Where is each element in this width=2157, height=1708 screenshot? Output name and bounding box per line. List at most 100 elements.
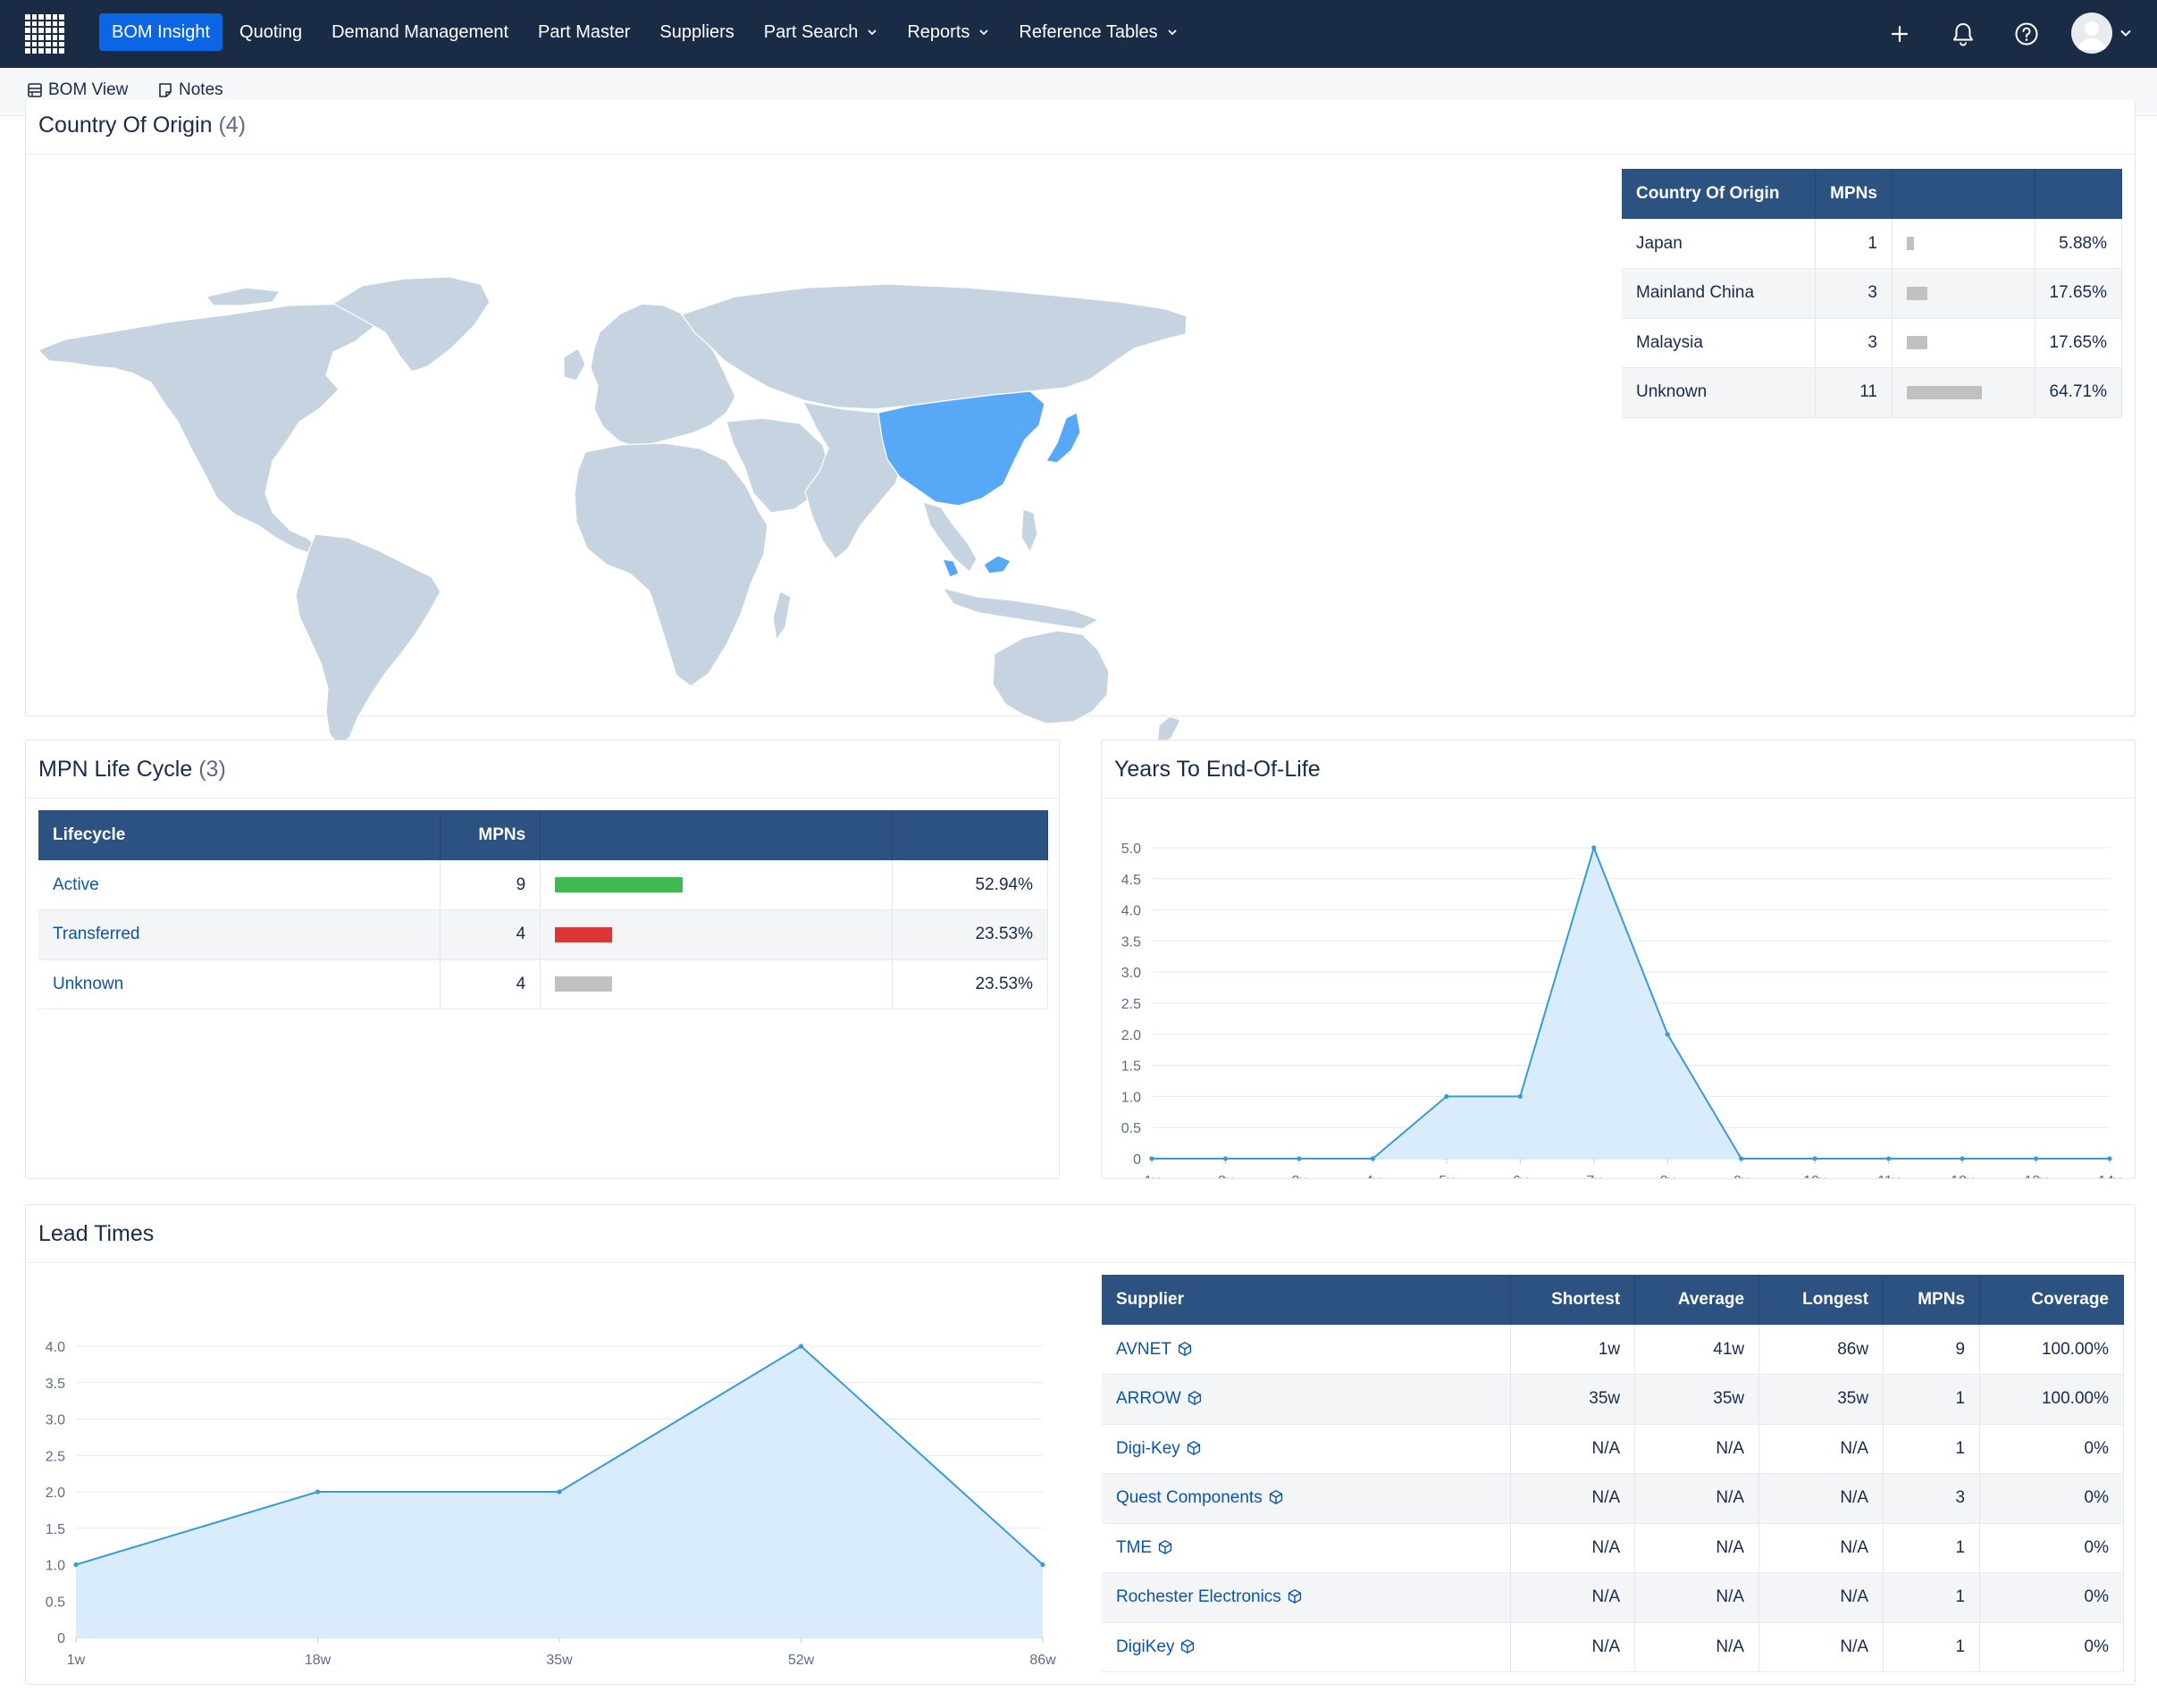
supplier-link-arrow[interactable]: ARROW <box>1102 1374 1512 1425</box>
supplier-link-digi-key[interactable]: Digi-Key <box>1102 1424 1512 1474</box>
column-header-country-of-origin[interactable]: Country Of Origin <box>1622 169 1817 219</box>
plus-icon[interactable] <box>1884 18 1916 50</box>
data-point[interactable] <box>2107 1156 2112 1161</box>
supplier-link-quest-components[interactable]: Quest Components <box>1102 1473 1512 1524</box>
data-point[interactable] <box>1517 1093 1523 1099</box>
table-row[interactable]: DigiKey N/A N/A N/A 1 0% <box>1102 1622 2124 1672</box>
table-row[interactable]: ARROW 35w 35w 35w 1 100.00% <box>1102 1374 2124 1425</box>
column-header-mpns[interactable]: MPNs <box>1883 1275 1981 1325</box>
lifecycle-link-unknown[interactable]: Unknown <box>38 959 441 1009</box>
table-row[interactable]: Rochester Electronics N/A N/A N/A 1 0% <box>1102 1572 2124 1623</box>
malaysia-borneo-region[interactable] <box>983 555 1011 574</box>
data-point[interactable] <box>1370 1156 1375 1161</box>
lifecycle-link-active[interactable]: Active <box>38 860 441 910</box>
nav-item-demand-management[interactable]: Demand Management <box>319 13 521 51</box>
notes-button[interactable]: Notes <box>157 80 223 100</box>
column-header-col-3[interactable] <box>2035 169 2123 219</box>
data-point[interactable] <box>1960 1156 1965 1161</box>
indonesia[interactable] <box>942 587 1099 630</box>
cube-icon[interactable] <box>1287 1588 1303 1604</box>
data-point[interactable] <box>1591 845 1597 850</box>
supplier-link-tme[interactable]: TME <box>1102 1523 1512 1573</box>
malaysia-peninsula-region[interactable] <box>942 558 960 578</box>
nav-item-part-search[interactable]: Part Search <box>751 13 891 51</box>
supplier-link-digikey[interactable]: DigiKey <box>1102 1622 1512 1672</box>
bom-view-button[interactable]: BOM View <box>27 80 128 100</box>
chevron-down-icon[interactable] <box>2119 27 2132 44</box>
shortest-cell: N/A <box>1510 1622 1636 1672</box>
column-header-supplier[interactable]: Supplier <box>1102 1275 1512 1325</box>
column-header-longest[interactable]: Longest <box>1758 1275 1884 1325</box>
data-point[interactable] <box>1886 1156 1892 1161</box>
help-icon[interactable] <box>2010 18 2043 50</box>
nav-item-bom-insight[interactable]: BOM Insight <box>99 13 223 51</box>
column-header-coverage[interactable]: Coverage <box>1979 1275 2124 1325</box>
table-row[interactable]: Japan 1 5.88% <box>1622 219 2123 269</box>
chevron-down-icon <box>979 29 989 36</box>
data-point[interactable] <box>1040 1561 1045 1568</box>
data-point[interactable] <box>1665 1032 1670 1037</box>
data-point[interactable] <box>1739 1156 1744 1161</box>
column-header-lifecycle[interactable]: Lifecycle <box>38 810 441 860</box>
years-to-eol-chart[interactable]: 0 0.5 1.0 1.5 2.0 2.5 3.0 3.5 4.0 4.5 5.0 1y 2y 3y 4y 5… <box>1102 800 2135 1178</box>
cube-icon[interactable] <box>1177 1341 1193 1357</box>
philippines[interactable] <box>1020 508 1038 553</box>
data-point[interactable] <box>1297 1156 1302 1161</box>
supplier-link-rochester-electronics[interactable]: Rochester Electronics <box>1102 1572 1512 1623</box>
nav-item-reports[interactable]: Reports <box>894 13 1002 51</box>
table-row[interactable]: Active 9 52.94% <box>38 860 1048 910</box>
cube-icon[interactable] <box>1268 1489 1284 1505</box>
bell-icon[interactable] <box>1947 18 1979 50</box>
data-point[interactable] <box>315 1489 321 1494</box>
cube-icon[interactable] <box>1179 1638 1196 1654</box>
world-map[interactable] <box>38 198 1191 752</box>
table-row[interactable]: TME N/A N/A N/A 1 0% <box>1102 1523 2124 1573</box>
nav-item-suppliers[interactable]: Suppliers <box>647 13 746 51</box>
data-point[interactable] <box>1149 1156 1154 1161</box>
data-point[interactable] <box>1812 1156 1817 1161</box>
australia[interactable] <box>992 630 1110 724</box>
column-header-col-2[interactable] <box>1892 169 2035 219</box>
lead-times-chart[interactable]: 0 0.5 1.0 1.5 2.0 2.5 3.0 3.5 4.0 1w 18w 35w 52w 86w <box>26 1264 1080 1684</box>
cube-icon[interactable] <box>1187 1390 1203 1406</box>
table-row[interactable]: Mainland China 3 17.65% <box>1622 268 2123 319</box>
nav-item-reference-tables[interactable]: Reference Tables <box>1006 13 1189 51</box>
mainland-china-region[interactable] <box>877 390 1045 507</box>
table-row[interactable]: Digi-Key N/A N/A N/A 1 0% <box>1102 1424 2124 1474</box>
data-point[interactable] <box>2033 1156 2039 1161</box>
north-america[interactable] <box>38 303 397 555</box>
table-row[interactable]: AVNET 1w 41w 86w 9 100.00% <box>1102 1325 2124 1375</box>
share-percent-cell: 23.53% <box>892 959 1048 1009</box>
madagascar[interactable] <box>772 590 792 640</box>
table-row[interactable]: Unknown 11 64.71% <box>1622 367 2123 418</box>
user-avatar[interactable] <box>2071 13 2112 54</box>
column-header-mpns[interactable]: MPNs <box>440 810 541 860</box>
africa[interactable] <box>574 442 768 687</box>
japan-region[interactable] <box>1045 412 1081 464</box>
data-point[interactable] <box>798 1344 804 1349</box>
data-point[interactable] <box>1444 1093 1449 1099</box>
table-row[interactable]: Malaysia 3 17.65% <box>1622 318 2123 368</box>
column-header-shortest[interactable]: Shortest <box>1510 1275 1636 1325</box>
app-grid-logo-icon[interactable] <box>25 14 64 54</box>
data-point[interactable] <box>557 1489 562 1494</box>
south-america[interactable] <box>295 533 441 746</box>
nav-item-part-master[interactable]: Part Master <box>525 13 642 51</box>
russia[interactable] <box>681 283 1188 410</box>
nav-item-quoting[interactable]: Quoting <box>227 13 315 51</box>
data-point[interactable] <box>73 1561 79 1568</box>
column-header-average[interactable]: Average <box>1634 1275 1760 1325</box>
table-row[interactable]: Quest Components N/A N/A N/A 3 0% <box>1102 1473 2124 1524</box>
cube-icon[interactable] <box>1157 1539 1173 1555</box>
cube-icon[interactable] <box>1186 1440 1202 1456</box>
column-header-mpns[interactable]: MPNs <box>1815 169 1893 219</box>
supplier-link-avnet[interactable]: AVNET <box>1102 1325 1512 1375</box>
data-point[interactable] <box>1222 1156 1229 1161</box>
column-header-col-2[interactable] <box>540 810 894 860</box>
table-row[interactable]: Unknown 4 23.53% <box>38 959 1048 1009</box>
column-header-col-3[interactable] <box>892 810 1048 860</box>
table-row[interactable]: Transferred 4 23.53% <box>38 909 1048 960</box>
lifecycle-link-transferred[interactable]: Transferred <box>38 909 441 960</box>
united-kingdom[interactable] <box>563 347 586 381</box>
canadian-arctic[interactable] <box>206 287 281 306</box>
